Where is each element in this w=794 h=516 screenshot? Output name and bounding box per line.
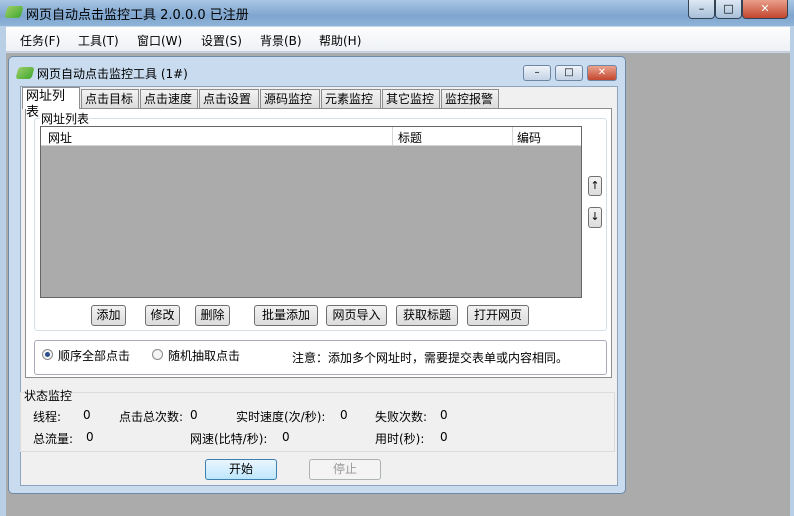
import-button[interactable]: 网页导入 bbox=[326, 305, 387, 326]
list-header: 网址 标题 编码 bbox=[41, 127, 581, 146]
tab-click-target[interactable]: 点击目标 bbox=[81, 89, 139, 108]
threads-label: 线程: bbox=[33, 410, 62, 424]
tab-source-monitor[interactable]: 源码监控 bbox=[260, 89, 320, 108]
column-url[interactable]: 网址 bbox=[48, 129, 72, 146]
add-button[interactable]: 添加 bbox=[91, 305, 126, 326]
total-clicks-label: 点击总次数: bbox=[119, 410, 184, 424]
child-maximize-button[interactable]: □ bbox=[555, 65, 583, 81]
tab-monitor-alarm[interactable]: 监控报警 bbox=[441, 89, 499, 108]
radio-random[interactable] bbox=[152, 349, 163, 360]
child-title: 网页自动点击监控工具 (1#) bbox=[37, 67, 188, 81]
delete-button[interactable]: 删除 bbox=[195, 305, 230, 326]
tab-click-settings[interactable]: 点击设置 bbox=[199, 89, 259, 108]
menu-help[interactable]: 帮助(H) bbox=[319, 32, 361, 49]
close-button[interactable]: ✕ bbox=[742, 0, 788, 19]
menu-settings[interactable]: 设置(S) bbox=[201, 32, 242, 49]
elapsed-value: 0 bbox=[440, 430, 448, 444]
mode-note: 注意：添加多个网址时，需要提交表单或内容相同。 bbox=[292, 351, 569, 365]
child-icon bbox=[15, 67, 35, 79]
move-down-button[interactable]: ↓ bbox=[588, 207, 602, 228]
open-page-button[interactable]: 打开网页 bbox=[467, 305, 529, 326]
net-speed-value: 0 bbox=[282, 430, 290, 444]
radio-sequential[interactable] bbox=[42, 349, 53, 360]
net-speed-label: 网速(比特/秒): bbox=[190, 432, 268, 446]
column-title[interactable]: 标题 bbox=[398, 129, 422, 146]
failures-value: 0 bbox=[440, 408, 448, 422]
threads-value: 0 bbox=[83, 408, 91, 422]
speed-value: 0 bbox=[340, 408, 348, 422]
url-list[interactable]: 网址 标题 编码 bbox=[40, 126, 582, 298]
menu-task[interactable]: 任务(F) bbox=[20, 32, 60, 49]
speed-label: 实时速度(次/秒): bbox=[236, 410, 326, 424]
elapsed-label: 用时(秒): bbox=[375, 432, 425, 446]
app-icon bbox=[4, 6, 24, 18]
batch-add-button[interactable]: 批量添加 bbox=[254, 305, 318, 326]
url-group-label: 网址列表 bbox=[40, 110, 91, 127]
column-separator bbox=[392, 127, 393, 146]
edit-button[interactable]: 修改 bbox=[145, 305, 180, 326]
menu-background[interactable]: 背景(B) bbox=[260, 32, 302, 49]
app-title: 网页自动点击监控工具 2.0.0.0 已注册 bbox=[26, 8, 249, 23]
maximize-button[interactable]: □ bbox=[715, 0, 742, 19]
child-minimize-button[interactable]: – bbox=[523, 65, 551, 81]
failures-label: 失败次数: bbox=[375, 410, 428, 424]
move-up-button[interactable]: ↑ bbox=[588, 176, 602, 196]
start-button[interactable]: 开始 bbox=[205, 459, 277, 480]
app-titlebar: 网页自动点击监控工具 2.0.0.0 已注册 – □ ✕ bbox=[0, 0, 794, 26]
tab-click-speed[interactable]: 点击速度 bbox=[140, 89, 198, 108]
menu-window[interactable]: 窗口(W) bbox=[137, 32, 182, 49]
total-clicks-value: 0 bbox=[190, 408, 198, 422]
menu-tools[interactable]: 工具(T) bbox=[78, 32, 119, 49]
get-title-button[interactable]: 获取标题 bbox=[396, 305, 458, 326]
radio-sequential-label[interactable]: 顺序全部点击 bbox=[58, 347, 130, 364]
traffic-label: 总流量: bbox=[33, 432, 74, 446]
column-encoding[interactable]: 编码 bbox=[517, 129, 541, 146]
column-separator bbox=[512, 127, 513, 146]
traffic-value: 0 bbox=[86, 430, 94, 444]
minimize-button[interactable]: – bbox=[688, 0, 715, 19]
child-close-button[interactable]: ✕ bbox=[587, 65, 617, 81]
tab-url-list[interactable]: 网址列表 bbox=[22, 87, 80, 120]
tab-element-monitor[interactable]: 元素监控 bbox=[321, 89, 381, 108]
status-group-label: 状态监控 bbox=[24, 387, 73, 404]
tab-other-monitor[interactable]: 其它监控 bbox=[382, 89, 440, 108]
stop-button[interactable]: 停止 bbox=[309, 459, 381, 480]
menu-bar: 任务(F) 工具(T) 窗口(W) 设置(S) 背景(B) 帮助(H) bbox=[6, 27, 790, 52]
radio-random-label[interactable]: 随机抽取点击 bbox=[168, 347, 240, 364]
